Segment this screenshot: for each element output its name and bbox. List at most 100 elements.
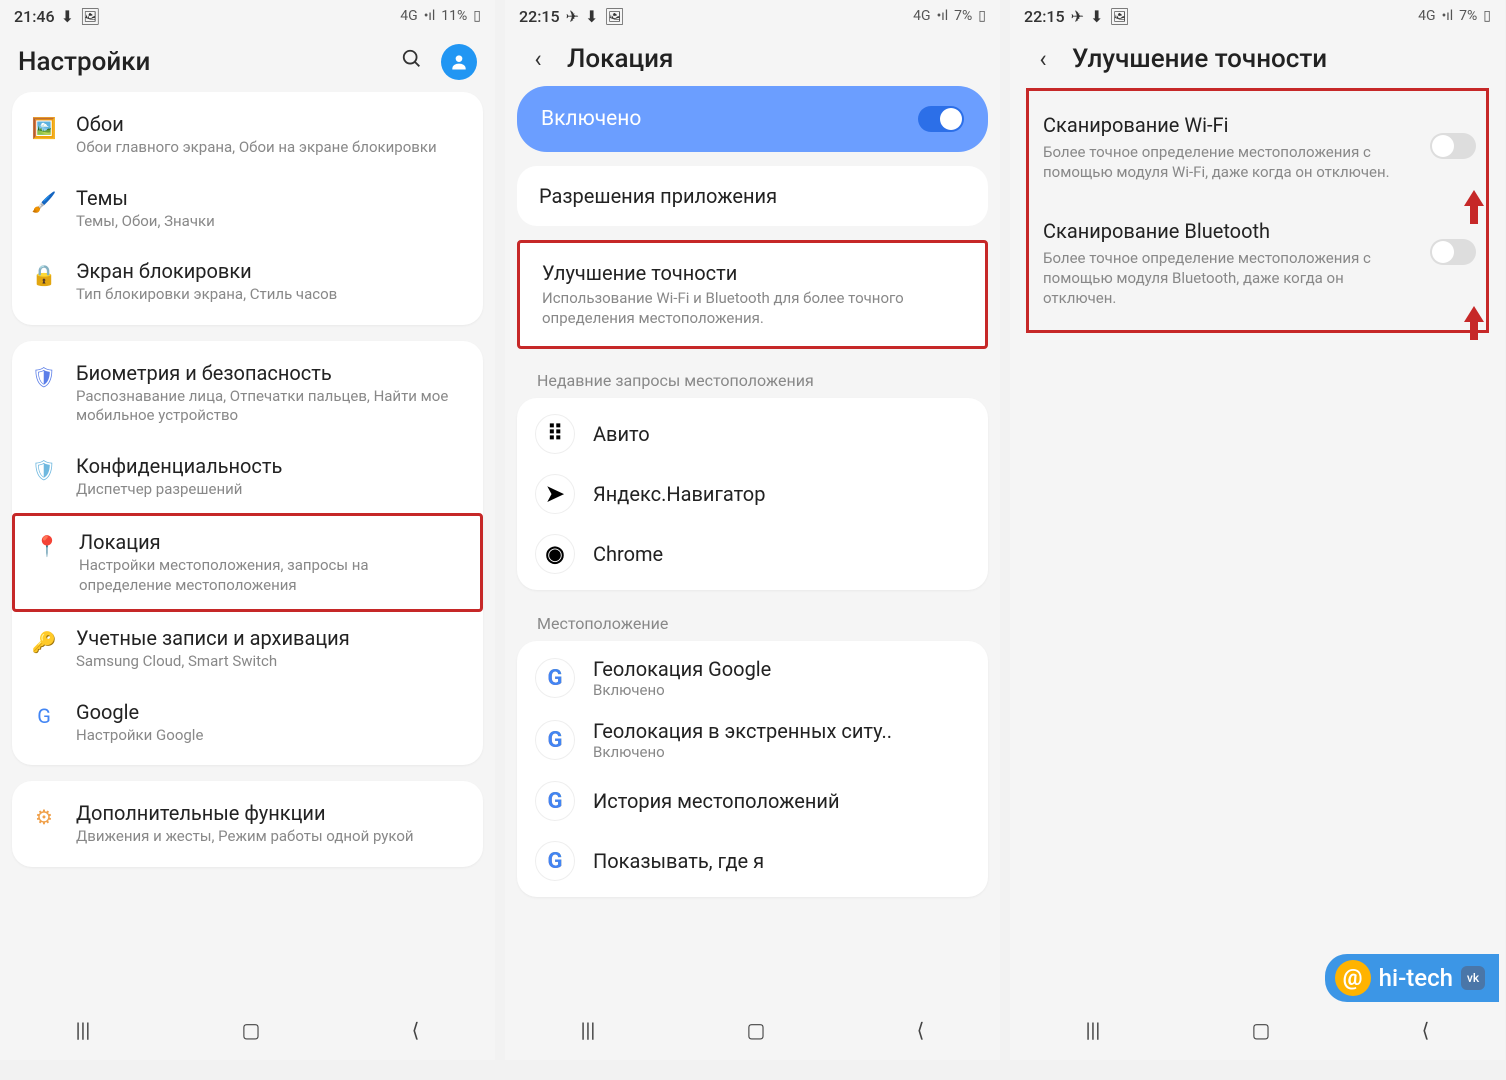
settings-group: 🖼️ОбоиОбои главного экрана, Обои на экра… [12, 92, 483, 325]
google-icon: G [535, 658, 575, 698]
header: ‹ Локация [505, 32, 1000, 86]
service-item[interactable]: GГеолокация в экстренных ситу..Включено [517, 709, 988, 771]
app-item[interactable]: ➤Яндекс.Навигатор [517, 464, 988, 524]
image-icon: 🖼 [604, 7, 624, 26]
item-title: Сканирование Bluetooth [1043, 219, 1418, 243]
switch-on-icon[interactable] [918, 106, 964, 132]
toggle-label: Включено [541, 107, 641, 131]
telegram-icon: ✈ [566, 7, 579, 26]
app-icon: ⠿ [535, 414, 575, 454]
accuracy-item[interactable]: Сканирование Wi-FiБолее точное определен… [1035, 95, 1480, 201]
watermark: @ hi-tech vk [1325, 954, 1499, 1002]
status-time: 21:46 [14, 7, 55, 26]
image-icon: 🖼 [1109, 7, 1129, 26]
location-master-toggle[interactable]: Включено [517, 86, 988, 152]
nav-home-icon[interactable]: ▢ [1251, 1018, 1270, 1042]
improve-accuracy-item[interactable]: Улучшение точности Использование Wi-Fi и… [517, 240, 988, 349]
screen-accuracy: 22:15 ✈ ⬇ 🖼 4G •ıl 7% ▯ ‹ Улучшение точн… [1010, 0, 1505, 1060]
battery-icon: ▯ [473, 8, 481, 24]
image-icon: 🖼 [80, 7, 100, 26]
item-title: Темы [76, 186, 465, 210]
item-sub: Настройки местоположения, запросы на опр… [79, 556, 462, 595]
page-title: Настройки [18, 47, 383, 77]
vk-icon: vk [1461, 966, 1485, 990]
signal-icon: •ıl [1442, 8, 1454, 24]
app-name: Chrome [593, 542, 970, 566]
service-item[interactable]: GГеолокация GoogleВключено [517, 647, 988, 709]
download-icon: ⬇ [61, 7, 74, 26]
download-icon: ⬇ [585, 7, 598, 26]
accuracy-item[interactable]: Сканирование Bluetooth Более точное опред… [1035, 201, 1480, 327]
item-icon: 🖼️ [30, 114, 58, 142]
network-icon: 4G [400, 8, 417, 24]
service-name: Показывать, где я [593, 849, 970, 873]
item-sub: Более точное определение местоположения … [1043, 248, 1418, 309]
switch-off-icon[interactable] [1430, 133, 1476, 159]
settings-item[interactable]: 🖼️ОбоиОбои главного экрана, Обои на экра… [12, 98, 483, 172]
settings-item[interactable]: 🔒Экран блокировкиТип блокировки экрана, … [12, 245, 483, 319]
item-title: Google [76, 700, 465, 724]
annotation-arrow [1459, 306, 1489, 340]
search-icon[interactable] [397, 44, 427, 80]
nav-recent-icon[interactable]: ||| [1086, 1018, 1101, 1042]
header: ‹ Улучшение точности [1010, 32, 1505, 86]
item-icon: 🔑 [30, 628, 58, 656]
back-icon[interactable]: ‹ [523, 45, 553, 73]
service-sub: Включено [593, 681, 970, 699]
battery-pct: 11% [441, 8, 467, 24]
page-title: Улучшение точности [1072, 44, 1487, 74]
item-sub: Настройки Google [76, 726, 465, 746]
battery-icon: ▯ [978, 8, 986, 24]
screen-settings: 21:46 ⬇ 🖼 4G •ıl 11% ▯ Настройки 🖼️ОбоиО… [0, 0, 495, 1060]
settings-item[interactable]: 🛡Биометрия и безопасностьРаспознавание л… [12, 347, 483, 440]
settings-content: 🖼️ОбоиОбои главного экрана, Обои на экра… [0, 92, 495, 1000]
nav-recent-icon[interactable]: ||| [76, 1018, 91, 1042]
item-sub: Samsung Cloud, Smart Switch [76, 652, 465, 672]
location-content: Включено Разрешения приложения Улучшение… [505, 86, 1000, 1000]
battery-icon: ▯ [1483, 8, 1491, 24]
item-sub: Обои главного экрана, Обои на экране бло… [76, 138, 465, 158]
settings-item[interactable]: 📍ЛокацияНастройки местоположения, запрос… [12, 513, 483, 612]
telegram-icon: ✈ [1071, 7, 1084, 26]
app-item[interactable]: ⠿Авито [517, 404, 988, 464]
app-permissions-item[interactable]: Разрешения приложения [517, 166, 988, 226]
nav-back-icon[interactable]: ⟨ [1422, 1018, 1430, 1042]
settings-item[interactable]: ⚙Дополнительные функцииДвижения и жесты,… [12, 787, 483, 861]
service-sub: Включено [593, 743, 970, 761]
recent-apps-card: ⠿Авито➤Яндекс.Навигатор◉Chrome [517, 398, 988, 590]
status-bar: 22:15 ✈ ⬇ 🖼 4G •ıl 7% ▯ [505, 0, 1000, 32]
item-icon: 🖌️ [30, 188, 58, 216]
item-sub: Тип блокировки экрана, Стиль часов [76, 285, 465, 305]
google-icon: G [535, 720, 575, 760]
signal-icon: •ıl [424, 8, 436, 24]
nav-home-icon[interactable]: ▢ [746, 1018, 765, 1042]
item-title: Биометрия и безопасность [76, 361, 465, 385]
item-icon: 🔒 [30, 261, 58, 289]
nav-back-icon[interactable]: ⟨ [412, 1018, 420, 1042]
avatar[interactable] [441, 44, 477, 80]
download-icon: ⬇ [1090, 7, 1103, 26]
network-icon: 4G [913, 8, 930, 24]
accuracy-content: Сканирование Wi-Fi Более точное определен… [1010, 86, 1505, 1000]
page-title: Локация [567, 44, 982, 74]
item-sub: Использование Wi-Fi и Bluetooth для боле… [542, 289, 963, 328]
signal-icon: •ıl [937, 8, 949, 24]
nav-back-icon[interactable]: ⟨ [917, 1018, 925, 1042]
status-bar: 22:15 ✈ ⬇ 🖼 4G •ıl 7% ▯ [1010, 0, 1505, 32]
app-item[interactable]: ◉Chrome [517, 524, 988, 584]
service-name: История местоположений [593, 789, 970, 813]
service-item[interactable]: GИстория местоположений [517, 771, 988, 831]
nav-home-icon[interactable]: ▢ [241, 1018, 260, 1042]
settings-item[interactable]: GGoogleНастройки Google [12, 686, 483, 760]
section-location-services: Местоположение [517, 606, 988, 641]
google-icon: G [535, 841, 575, 881]
nav-recent-icon[interactable]: ||| [581, 1018, 596, 1042]
settings-item[interactable]: 🖌️ТемыТемы, Обои, Значки [12, 172, 483, 246]
back-icon[interactable]: ‹ [1028, 45, 1058, 73]
item-title: Улучшение точности [542, 261, 963, 285]
settings-item[interactable]: 🔑Учетные записи и архивацияSamsung Cloud… [12, 612, 483, 686]
service-item[interactable]: G Показывать, где я [517, 831, 988, 891]
settings-item[interactable]: 🛡КонфиденциальностьДиспетчер разрешений [12, 440, 483, 514]
switch-off-icon[interactable] [1430, 239, 1476, 265]
item-title: Сканирование Wi-Fi [1043, 113, 1418, 137]
